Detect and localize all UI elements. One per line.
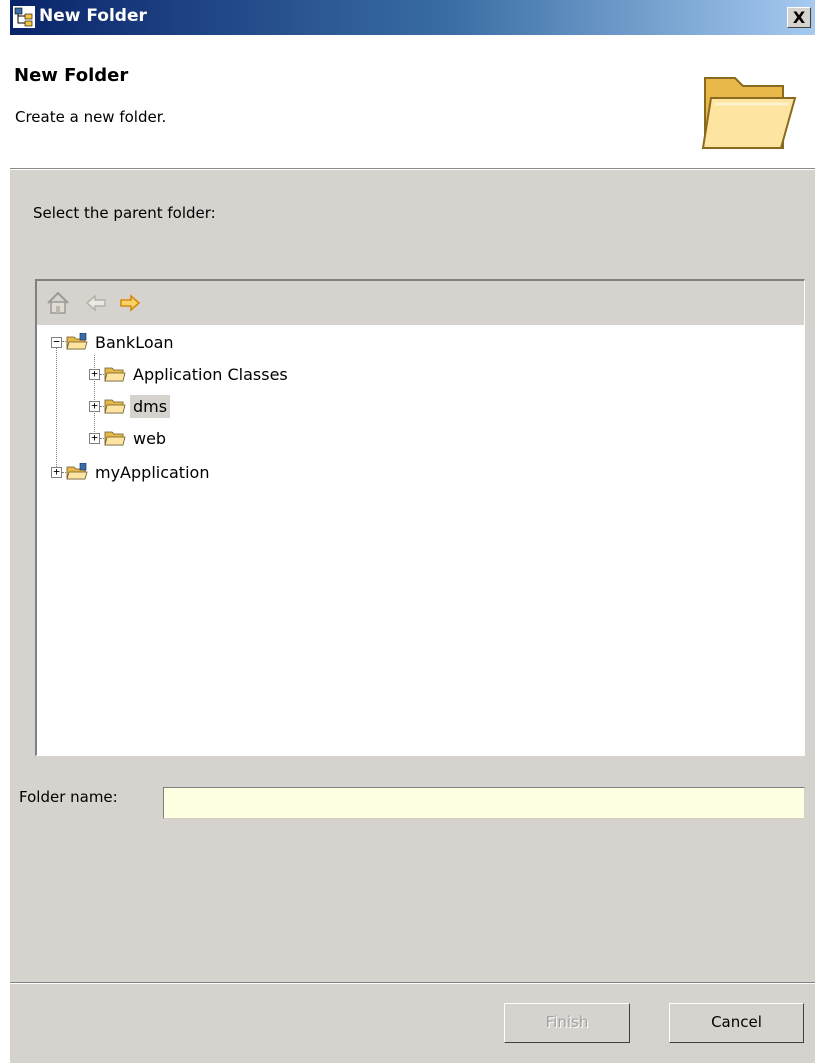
project-folder-icon bbox=[66, 333, 88, 350]
tree-item-myapplication[interactable]: + myApplication bbox=[51, 457, 212, 487]
expand-toggle[interactable]: + bbox=[51, 466, 62, 478]
close-button[interactable]: X bbox=[787, 7, 811, 28]
dialog-app-icon bbox=[13, 6, 35, 28]
parent-folder-label: Select the parent folder: bbox=[33, 204, 216, 222]
folder-name-label: Folder name: bbox=[19, 788, 118, 806]
tree-item-bankloan[interactable]: − BankLoan bbox=[51, 327, 177, 357]
tree-item-label: BankLoan bbox=[95, 332, 174, 352]
folder-tree-panel: − BankLoan + Application Classes + dms +… bbox=[35, 279, 805, 756]
title-bar[interactable]: New Folder X bbox=[10, 0, 815, 35]
button-bar-separator bbox=[10, 982, 815, 984]
home-icon[interactable] bbox=[45, 290, 71, 316]
banner-title: New Folder bbox=[14, 65, 129, 86]
cancel-button[interactable]: Cancel bbox=[669, 1003, 804, 1043]
window-title: New Folder bbox=[39, 6, 147, 26]
collapse-toggle[interactable]: − bbox=[51, 336, 62, 348]
folder-name-input[interactable] bbox=[163, 787, 805, 819]
tree-item-web[interactable]: + web bbox=[89, 423, 169, 453]
tree-toolbar bbox=[37, 281, 804, 325]
expand-toggle[interactable]: + bbox=[89, 432, 100, 444]
dialog-banner: New Folder Create a new folder. bbox=[10, 35, 815, 169]
project-folder-icon bbox=[66, 463, 88, 480]
folder-icon bbox=[104, 431, 126, 446]
folder-tree: − BankLoan + Application Classes + dms +… bbox=[37, 325, 804, 755]
folder-icon bbox=[104, 399, 126, 414]
expand-toggle[interactable]: + bbox=[89, 400, 100, 412]
forward-arrow-icon[interactable] bbox=[117, 290, 143, 316]
open-folder-icon bbox=[701, 77, 797, 149]
tree-item-label: dms bbox=[130, 394, 171, 418]
tree-item-label: Application Classes bbox=[133, 364, 288, 384]
tree-item-dms[interactable]: + dms bbox=[89, 391, 171, 421]
new-folder-dialog: New Folder X New Folder Create a new fol… bbox=[10, 0, 815, 1063]
banner-separator bbox=[10, 169, 815, 170]
tree-item-application-classes[interactable]: + Application Classes bbox=[89, 359, 291, 389]
back-arrow-icon[interactable] bbox=[83, 290, 109, 316]
banner-description: Create a new folder. bbox=[15, 108, 167, 126]
tree-connector bbox=[56, 345, 57, 475]
tree-item-label: web bbox=[133, 428, 167, 448]
folder-icon bbox=[104, 367, 126, 382]
tree-item-label: myApplication bbox=[95, 462, 210, 482]
expand-toggle[interactable]: + bbox=[89, 368, 100, 380]
finish-button[interactable]: Finish bbox=[504, 1003, 630, 1043]
